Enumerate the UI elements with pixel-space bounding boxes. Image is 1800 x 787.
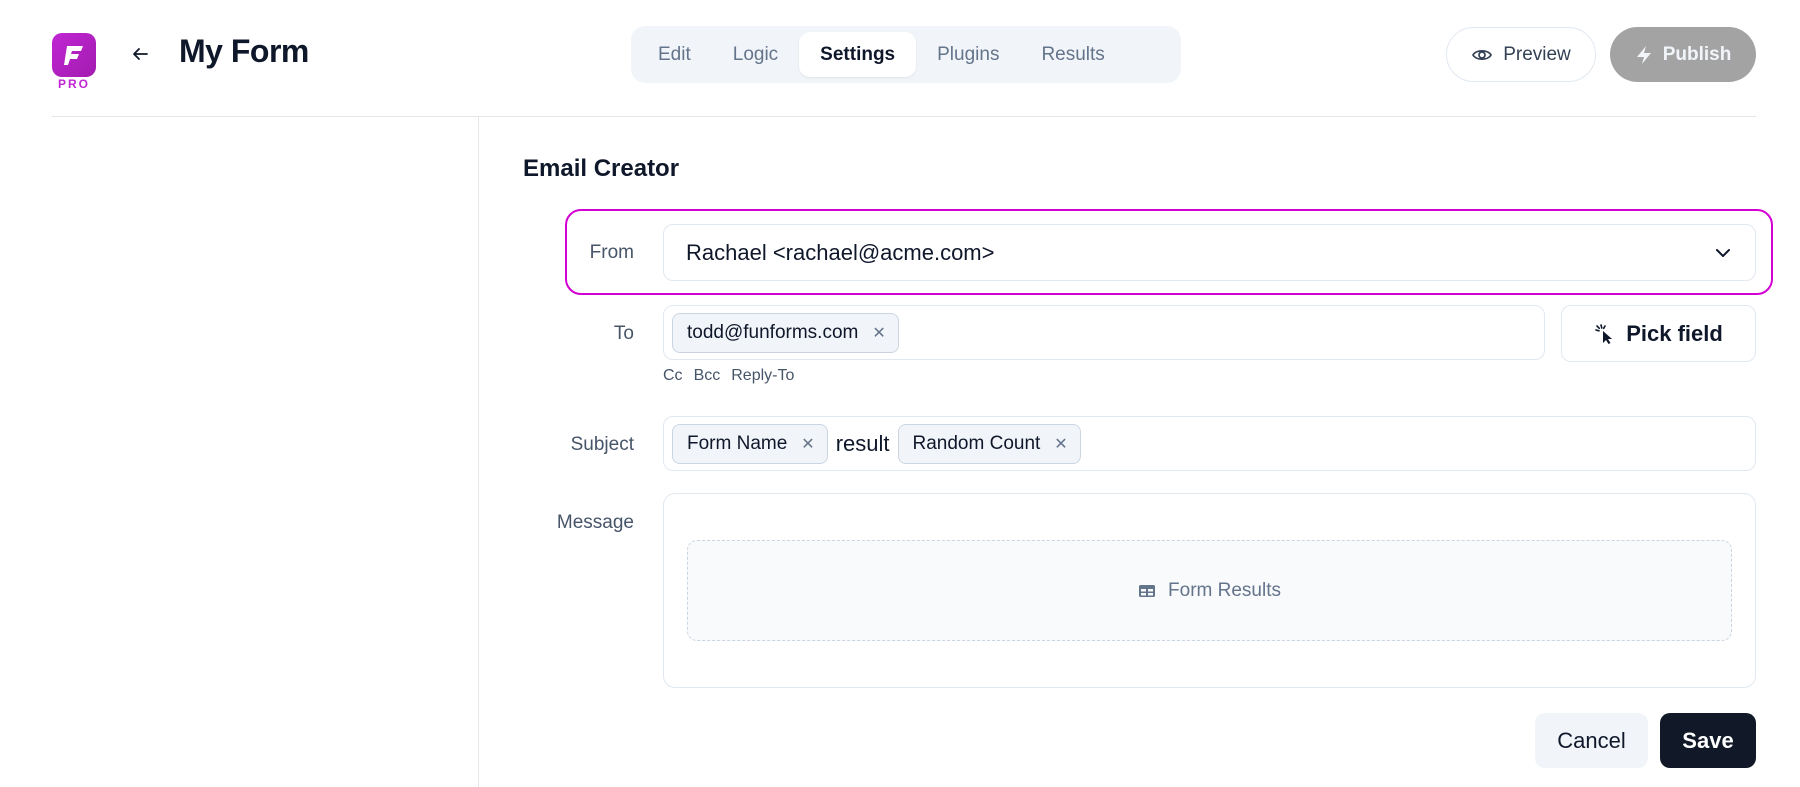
recipient-chip: todd@funforms.com ✕: [672, 312, 899, 353]
tab-plugins[interactable]: Plugins: [916, 32, 1020, 77]
form-results-label: Form Results: [1168, 579, 1281, 601]
back-button[interactable]: [128, 42, 152, 66]
arrow-left-icon: [133, 48, 148, 60]
pick-field-button[interactable]: Pick field: [1561, 305, 1756, 362]
recipient-links: Cc Bcc Reply-To: [663, 367, 794, 385]
save-button[interactable]: Save: [1660, 713, 1756, 768]
subject-chip-label: Form Name: [687, 432, 788, 454]
app-logo-icon[interactable]: [52, 33, 96, 77]
tab-logic[interactable]: Logic: [712, 32, 799, 77]
cancel-button[interactable]: Cancel: [1535, 713, 1648, 768]
table-icon: [1139, 584, 1156, 597]
message-editor[interactable]: Form Results: [663, 493, 1756, 688]
tab-settings[interactable]: Settings: [799, 32, 917, 77]
from-select[interactable]: Rachael <rachael@acme.com>: [663, 224, 1756, 281]
pro-badge: PRO: [57, 77, 90, 91]
close-icon[interactable]: ✕: [801, 434, 814, 454]
publish-label: Publish: [1662, 43, 1732, 65]
app-header: PRO My Form Edit Logic Settings Plugins …: [0, 0, 1800, 116]
cc-link[interactable]: Cc: [663, 367, 683, 385]
tab-edit[interactable]: Edit: [637, 32, 712, 77]
close-icon[interactable]: ✕: [1054, 434, 1067, 454]
bcc-link[interactable]: Bcc: [694, 367, 721, 385]
subject-input[interactable]: Form Name ✕ result Random Count ✕: [663, 416, 1756, 471]
close-icon[interactable]: ✕: [872, 323, 885, 343]
pointer-click-icon: [1595, 323, 1613, 344]
subject-chip-label: Random Count: [912, 432, 1041, 454]
to-label: To: [613, 323, 634, 344]
reply-to-link[interactable]: Reply-To: [731, 367, 794, 385]
subject-chip-form-name: Form Name ✕: [672, 423, 828, 464]
subject-chip-random-count: Random Count ✕: [897, 423, 1081, 464]
sidebar-divider: [478, 117, 479, 787]
subject-label: Subject: [570, 434, 634, 455]
preview-button[interactable]: Preview: [1446, 27, 1596, 82]
lightning-icon: [1636, 45, 1651, 64]
chevron-down-icon: [1713, 243, 1733, 263]
tab-results[interactable]: Results: [1020, 32, 1125, 77]
eye-icon: [1472, 49, 1493, 60]
message-label: Message: [556, 512, 634, 533]
header-divider: [52, 116, 1756, 117]
form-results-block[interactable]: Form Results: [687, 540, 1732, 641]
recipient-chip-label: todd@funforms.com: [687, 321, 859, 343]
from-label: From: [589, 242, 634, 263]
to-input[interactable]: todd@funforms.com ✕: [663, 305, 1545, 360]
section-title: Email Creator: [523, 155, 680, 182]
publish-button[interactable]: Publish: [1610, 27, 1756, 82]
from-value: Rachael <rachael@acme.com>: [686, 239, 995, 265]
tab-bar: Edit Logic Settings Plugins Results: [631, 26, 1181, 83]
preview-label: Preview: [1503, 43, 1571, 65]
pick-field-label: Pick field: [1626, 320, 1723, 346]
form-title: My Form: [179, 33, 309, 69]
subject-text: result: [835, 430, 890, 456]
